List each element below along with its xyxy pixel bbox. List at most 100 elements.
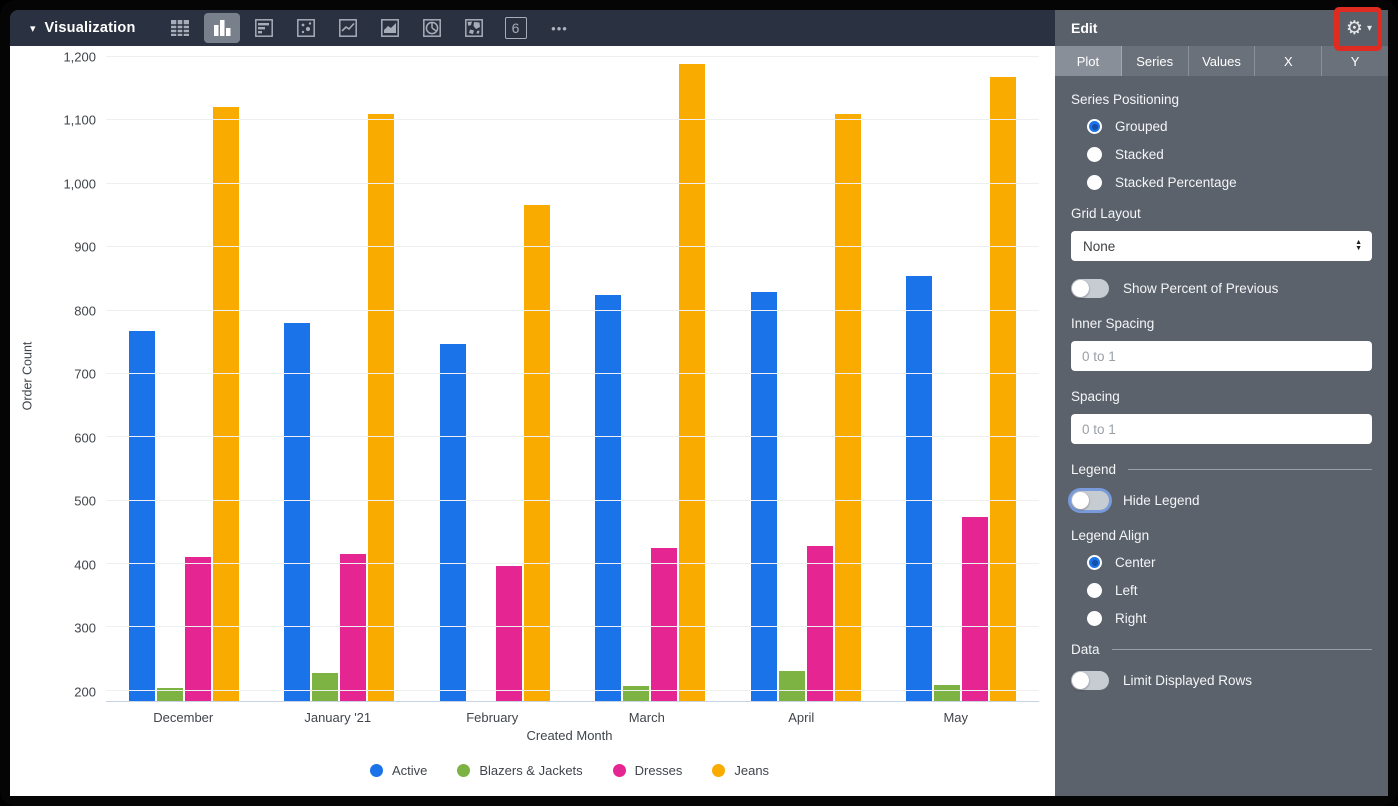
inner-spacing-input[interactable] — [1071, 341, 1372, 371]
visualization-pane: ▾ Visualization — [10, 10, 1055, 796]
y-axis-tick-label: 1,200 — [63, 49, 96, 64]
chart-bar[interactable] — [213, 107, 239, 701]
legend-item[interactable]: Active — [370, 763, 427, 778]
chart-bar[interactable] — [595, 295, 621, 701]
x-axis-label: April — [724, 702, 879, 728]
radio-grouped[interactable]: Grouped — [1087, 119, 1372, 134]
radio-stacked[interactable]: Stacked — [1087, 147, 1372, 162]
viz-type-table-icon[interactable] — [162, 13, 198, 43]
y-axis-tick-label: 900 — [74, 240, 96, 255]
x-axis-labels: DecemberJanuary '21FebruaryMarchAprilMay — [106, 702, 1033, 728]
viz-type-pie-icon[interactable] — [414, 13, 450, 43]
radio-center[interactable]: Center — [1087, 555, 1372, 570]
chart-bar[interactable] — [807, 546, 833, 701]
collapse-caret-icon[interactable]: ▾ — [30, 22, 36, 35]
x-axis-label: January '21 — [261, 702, 416, 728]
y-axis-tick-label: 600 — [74, 430, 96, 445]
gridline — [106, 563, 1039, 564]
grid-layout-select[interactable]: None ▲▼ — [1071, 231, 1372, 261]
viz-type-column-bar-icon[interactable] — [204, 13, 240, 43]
radio-left[interactable]: Left — [1087, 583, 1372, 598]
edit-panel-header: Edit ⚙ ▾ — [1055, 10, 1388, 46]
visualization-toolbar: ▾ Visualization — [10, 10, 1055, 46]
viz-type-area-icon[interactable] — [372, 13, 408, 43]
x-axis-label: March — [570, 702, 725, 728]
edit-panel-body: Series Positioning Grouped Stacked Stack… — [1055, 76, 1388, 796]
viz-type-map-icon[interactable] — [456, 13, 492, 43]
viz-type-horizontal-bar-icon[interactable] — [246, 13, 282, 43]
y-axis-tick-label: 400 — [74, 557, 96, 572]
gridline — [106, 56, 1039, 57]
viz-type-single-value-icon[interactable]: 6 — [498, 13, 534, 43]
legend-item[interactable]: Dresses — [613, 763, 683, 778]
chart-bar[interactable] — [962, 517, 988, 701]
hide-legend-toggle-row[interactable]: Hide Legend — [1071, 491, 1372, 510]
chart-bar[interactable] — [185, 557, 211, 701]
radio-stacked-percentage[interactable]: Stacked Percentage — [1087, 175, 1372, 190]
legend-item[interactable]: Blazers & Jackets — [457, 763, 582, 778]
radio-unselected-icon — [1087, 175, 1102, 190]
visualization-title: Visualization — [45, 20, 136, 36]
data-section-header: Data — [1071, 642, 1372, 657]
ellipsis-glyph: ••• — [551, 21, 568, 36]
series-positioning-label: Series Positioning — [1071, 92, 1372, 107]
chart-bar[interactable] — [312, 673, 338, 701]
tab-y[interactable]: Y — [1322, 46, 1388, 76]
tab-values[interactable]: Values — [1189, 46, 1256, 76]
gridline — [106, 183, 1039, 184]
gridline — [106, 373, 1039, 374]
x-axis-label: December — [106, 702, 261, 728]
radio-unselected-icon — [1087, 611, 1102, 626]
edit-panel-gear-button[interactable]: ⚙ ▾ — [1344, 15, 1374, 42]
y-axis-tick-label: 200 — [74, 684, 96, 699]
tab-plot[interactable]: Plot — [1055, 46, 1122, 76]
gridline — [106, 310, 1039, 311]
chart-bar[interactable] — [990, 77, 1016, 701]
edit-panel: Edit ⚙ ▾ Plot Series Values X Y Series P… — [1055, 10, 1388, 796]
grid-layout-label: Grid Layout — [1071, 206, 1372, 221]
viz-type-switcher: 6 ••• — [162, 13, 576, 43]
select-updown-icon: ▲▼ — [1355, 240, 1362, 252]
gridline — [106, 119, 1039, 120]
legend-color-dot — [712, 764, 725, 777]
y-axis-tick-label: 500 — [74, 494, 96, 509]
plot-area — [106, 50, 1039, 702]
chart-bar[interactable] — [934, 685, 960, 701]
viz-type-scatter-icon[interactable] — [288, 13, 324, 43]
legend-align-label: Legend Align — [1071, 528, 1372, 543]
spacing-input[interactable] — [1071, 414, 1372, 444]
y-axis-tick-label: 700 — [74, 367, 96, 382]
viz-type-line-icon[interactable] — [330, 13, 366, 43]
radio-right[interactable]: Right — [1087, 611, 1372, 626]
tab-x[interactable]: X — [1255, 46, 1322, 76]
chart-bar[interactable] — [835, 114, 861, 701]
chart-bar[interactable] — [623, 686, 649, 701]
legend-label: Jeans — [734, 763, 769, 778]
x-axis-label: May — [879, 702, 1034, 728]
chart-bar[interactable] — [284, 323, 310, 701]
limit-displayed-rows-toggle-row[interactable]: Limit Displayed Rows — [1071, 671, 1372, 690]
chart-bar[interactable] — [129, 331, 155, 701]
single-value-glyph: 6 — [505, 17, 527, 39]
radio-unselected-icon — [1087, 583, 1102, 598]
toggle-off-icon[interactable] — [1071, 671, 1109, 690]
toggle-off-focused-icon[interactable] — [1071, 491, 1109, 510]
x-axis-label: February — [415, 702, 570, 728]
y-axis-title: Order Count — [10, 50, 44, 702]
chart-bar[interactable] — [368, 114, 394, 701]
x-axis-title: Created Month — [106, 728, 1033, 752]
chart-bar[interactable] — [651, 548, 677, 701]
chart-bar[interactable] — [679, 64, 705, 701]
chart-bar[interactable] — [440, 344, 466, 702]
chart-bar[interactable] — [779, 671, 805, 701]
chart-bar[interactable] — [496, 566, 522, 701]
chart-bar[interactable] — [906, 276, 932, 701]
legend-item[interactable]: Jeans — [712, 763, 769, 778]
gridline — [106, 690, 1039, 691]
tab-series[interactable]: Series — [1122, 46, 1189, 76]
show-percent-of-previous-toggle-row[interactable]: Show Percent of Previous — [1071, 279, 1372, 298]
toggle-off-icon[interactable] — [1071, 279, 1109, 298]
chart-bar[interactable] — [751, 292, 777, 701]
viz-type-more-options-icon[interactable]: ••• — [540, 13, 576, 43]
legend-label: Active — [392, 763, 427, 778]
